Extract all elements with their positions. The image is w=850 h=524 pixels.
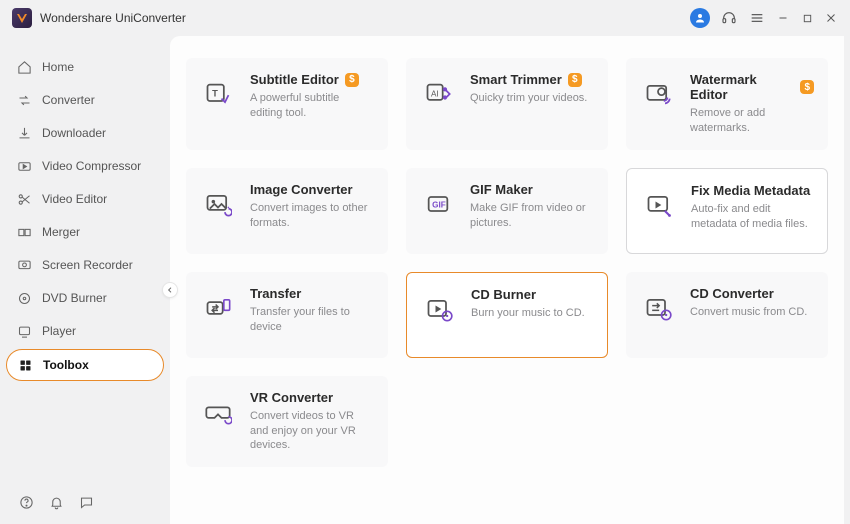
tool-title: Transfer [250,286,301,301]
tool-card-image-converter[interactable]: Image Converter Convert images to other f… [186,168,388,254]
chat-icon[interactable] [78,494,94,510]
tool-card-fix-media-metadata[interactable]: Fix Media Metadata Auto-fix and edit meta… [626,168,828,254]
download-icon [16,125,32,141]
sidebar-item-player[interactable]: Player [6,316,164,346]
tool-description: Convert music from CD. [690,305,814,320]
tool-title: Smart Trimmer [470,72,562,87]
tool-title: Fix Media Metadata [691,183,810,198]
toolbox-main: Subtitle Editor $ A powerful subtitle edit… [170,36,844,524]
tool-title: GIF Maker [470,182,533,197]
sidebar-item-label: Screen Recorder [42,258,133,272]
sidebar-item-video-editor[interactable]: Video Editor [6,184,164,214]
paid-badge: $ [345,73,359,87]
sidebar-item-downloader[interactable]: Downloader [6,118,164,148]
tool-card-vr-converter[interactable]: VR Converter Convert videos to VR and enj… [186,376,388,468]
vr-converter-icon [200,394,236,430]
record-icon [16,257,32,273]
cd-burner-icon [421,291,457,327]
disc-icon [16,290,32,306]
sidebar-item-converter[interactable]: Converter [6,85,164,115]
tool-description: Make GIF from video or pictures. [470,201,594,231]
app-title: Wondershare UniConverter [40,11,186,25]
sidebar-item-dvd-burner[interactable]: DVD Burner [6,283,164,313]
merge-icon [16,224,32,240]
tool-card-watermark-editor[interactable]: Watermark Editor $ Remove or add watermark… [626,58,828,150]
tool-description: Convert images to other formats. [250,201,374,231]
toolbox-icon [17,357,33,373]
cd-converter-icon [640,290,676,326]
sidebar-item-label: Toolbox [43,358,89,372]
image-converter-icon [200,186,236,222]
paid-badge: $ [800,80,814,94]
user-avatar[interactable] [690,8,710,28]
sidebar-item-label: Downloader [42,126,106,140]
tool-card-subtitle-editor[interactable]: Subtitle Editor $ A powerful subtitle edit… [186,58,388,150]
compress-icon [16,158,32,174]
sidebar-item-label: Home [42,60,74,74]
app-logo [12,8,32,28]
paid-badge: $ [568,73,582,87]
sidebar-item-label: Video Editor [42,192,107,206]
sidebar-footer [6,484,164,524]
bell-icon[interactable] [48,494,64,510]
sidebar-item-merger[interactable]: Merger [6,217,164,247]
sidebar-item-label: DVD Burner [42,291,107,305]
sidebar-item-screen-recorder[interactable]: Screen Recorder [6,250,164,280]
tool-grid: Subtitle Editor $ A powerful subtitle edit… [186,58,828,467]
tool-title: CD Converter [690,286,774,301]
tool-description: Burn your music to CD. [471,306,593,321]
sidebar-collapse-button[interactable] [162,282,178,298]
headset-icon[interactable] [720,9,738,27]
tool-card-gif-maker[interactable]: GIF Maker Make GIF from video or pictures… [406,168,608,254]
window-minimize-button[interactable] [776,11,790,25]
tool-description: Auto-fix and edit metadata of media file… [691,202,813,232]
tool-title: Watermark Editor [690,72,794,102]
window-maximize-button[interactable] [800,11,814,25]
gif-maker-icon [420,186,456,222]
sidebar-item-label: Player [42,324,76,338]
tool-title: Image Converter [250,182,353,197]
hamburger-menu-icon[interactable] [748,9,766,27]
tool-title: CD Burner [471,287,536,302]
player-icon [16,323,32,339]
tool-card-transfer[interactable]: Transfer Transfer your files to device [186,272,388,358]
tool-description: Remove or add watermarks. [690,106,814,136]
sidebar-item-home[interactable]: Home [6,52,164,82]
transfer-icon [200,290,236,326]
tool-title: VR Converter [250,390,333,405]
help-icon[interactable] [18,494,34,510]
tool-description: Quicky trim your videos. [470,91,594,106]
sidebar-item-label: Converter [42,93,95,107]
tool-card-cd-converter[interactable]: CD Converter Convert music from CD. [626,272,828,358]
window-close-button[interactable] [824,11,838,25]
tool-description: Transfer your files to device [250,305,374,335]
sidebar: Home Converter Downloader Video Compress… [0,36,170,524]
fix-media-metadata-icon [641,187,677,223]
tool-description: A powerful subtitle editing tool. [250,91,374,121]
tool-description: Convert videos to VR and enjoy on your V… [250,409,374,454]
tool-title: Subtitle Editor [250,72,339,87]
watermark-editor-icon [640,76,676,112]
sidebar-item-label: Merger [42,225,80,239]
smart-trimmer-icon [420,76,456,112]
scissors-icon [16,191,32,207]
sidebar-item-video-compressor[interactable]: Video Compressor [6,151,164,181]
titlebar: Wondershare UniConverter [0,0,850,36]
subtitle-editor-icon [200,76,236,112]
sidebar-item-toolbox[interactable]: Toolbox [6,349,164,381]
tool-card-smart-trimmer[interactable]: Smart Trimmer $ Quicky trim your videos. [406,58,608,150]
sidebar-item-label: Video Compressor [42,159,141,173]
tool-card-cd-burner[interactable]: CD Burner Burn your music to CD. [406,272,608,358]
converter-icon [16,92,32,108]
home-icon [16,59,32,75]
